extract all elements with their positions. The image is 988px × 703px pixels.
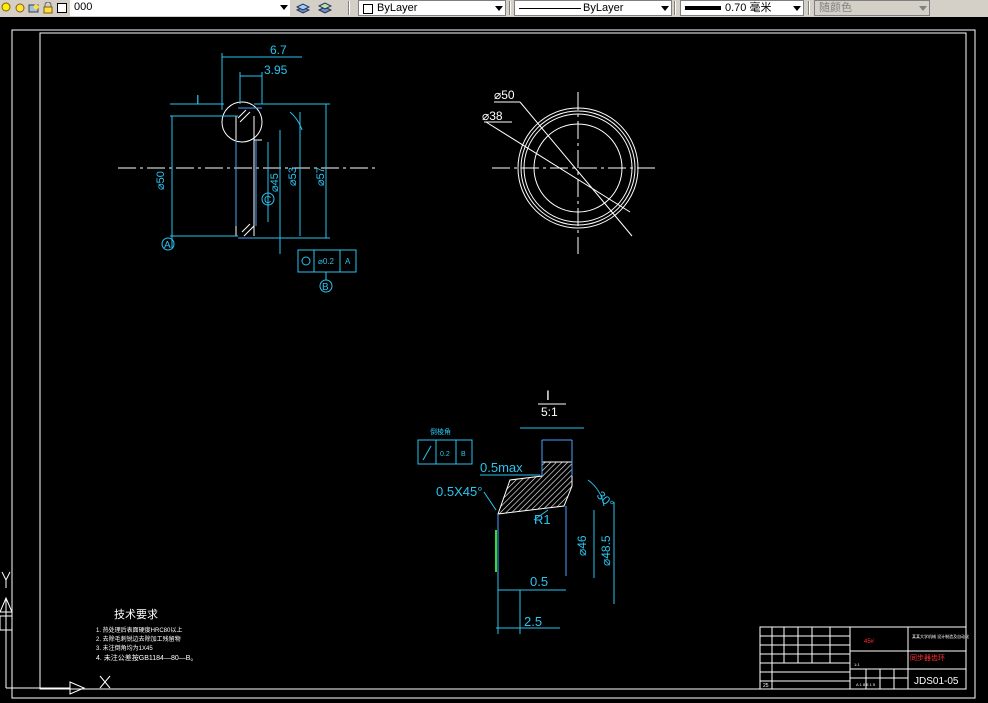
detail-label: I [546,387,550,403]
chevron-down-icon [793,6,801,11]
detail-dim-chamfer: 0.5X45° [436,484,482,499]
title-scale: 1:1 [854,662,860,667]
toolbar-separator [509,1,511,15]
properties-toolbar: 000 ByLayer ByLayer 0.70 毫米 随颜色 [0,0,988,18]
color-dropdown[interactable]: ByLayer [358,0,506,16]
layer-on-bulb-icon[interactable] [0,1,12,13]
datum-c-label: C [264,195,271,206]
layer-previous-icon[interactable] [317,1,333,14]
linetype-sample-line [519,8,581,9]
detail-dim-0-5: 0.5 [530,574,548,589]
title-sheet: A 1 8 5 1 5 [856,682,876,687]
title-count: 25 [763,683,769,689]
plotstyle-dropdown-value: 随颜色 [819,2,852,14]
color-dropdown-value: ByLayer [377,2,418,14]
chevron-down-icon [280,5,288,10]
front-tol-value: ⌀0.2 [318,257,334,266]
layer-dropdown[interactable]: 000 [70,0,290,16]
detail-tol-value: 0.2 [440,451,450,458]
detail-tol-label: 倒棱角 [430,427,451,436]
tech-req-item: 3. 未注倒角均为1X45 [96,644,153,652]
dim-phi53: ⌀53 [287,167,299,186]
make-object-layer-current-icon[interactable] [295,1,311,14]
dim-3-95: 3.95 [264,63,288,77]
front-tol-ref: A [345,257,351,266]
chevron-down-icon [919,6,927,11]
title-material: 45# [864,639,875,645]
lineweight-sample-line [685,6,721,10]
dim-phi57: ⌀57 [315,167,327,186]
tech-req-item: 1. 热处理后表面硬度HRC80以上 [96,626,182,634]
layer-viewport-thaw-icon[interactable] [28,1,40,13]
datum-a-label: A [164,240,171,251]
lineweight-dropdown[interactable]: 0.70 毫米 [680,0,804,16]
detail-dim-05max: 0.5max [480,460,523,475]
plotstyle-dropdown[interactable]: 随颜色 [814,0,930,16]
chevron-down-icon [661,6,669,11]
layer-lock-icon[interactable] [42,1,54,14]
detail-ref-I: I [196,92,200,107]
detail-scale: 5:1 [541,405,558,419]
layer-thaw-sun-icon[interactable] [14,1,26,13]
dim-phi50: ⌀50 [155,171,167,190]
toolbar-separator [808,1,810,15]
detail-dim-2-5: 2.5 [524,614,542,629]
side-dim-phi38: ⌀38 [482,109,503,123]
linetype-dropdown-value: ByLayer [583,2,624,14]
detail-dim-phi48-5: ⌀48.5 [599,535,613,566]
layer-color-swatch-icon [56,1,68,13]
detail-dim-r1: R1 [534,512,551,527]
toolbar-separator [348,1,350,15]
dim-6-7: 6.7 [270,43,287,57]
linetype-dropdown[interactable]: ByLayer [514,0,672,16]
detail-dim-phi46: ⌀46 [575,535,589,556]
layer-dropdown-value: 000 [74,1,93,13]
tech-req-item: 4. 未注公差按GB1184—80—B。 [96,653,197,662]
color-swatch-icon [363,4,373,14]
tech-req-title: 技术要求 [114,608,158,621]
chevron-down-icon [495,6,503,11]
dim-phi45: ⌀45 [269,173,281,192]
datum-b-label: B [322,282,329,293]
lineweight-dropdown-value: 0.70 毫米 [725,2,772,14]
toolbar-separator [674,1,676,15]
title-part-name: 同步器齿环 [910,654,945,662]
side-dim-phi50: ⌀50 [494,88,515,102]
drawing-canvas[interactable]: 6.7 3.95 I ⌀50 ⌀45 ⌀53 ⌀57 A C ⌀0.2 A B [0,17,988,703]
detail-tol-ref: B [461,451,466,458]
tech-req-item: 2. 去除毛刺锐边去除加工残留物 [96,635,181,643]
title-company: 某某大学机械 设计制造及自动化 [912,633,969,639]
title-drawing-no: JDS01-05 [914,676,959,687]
